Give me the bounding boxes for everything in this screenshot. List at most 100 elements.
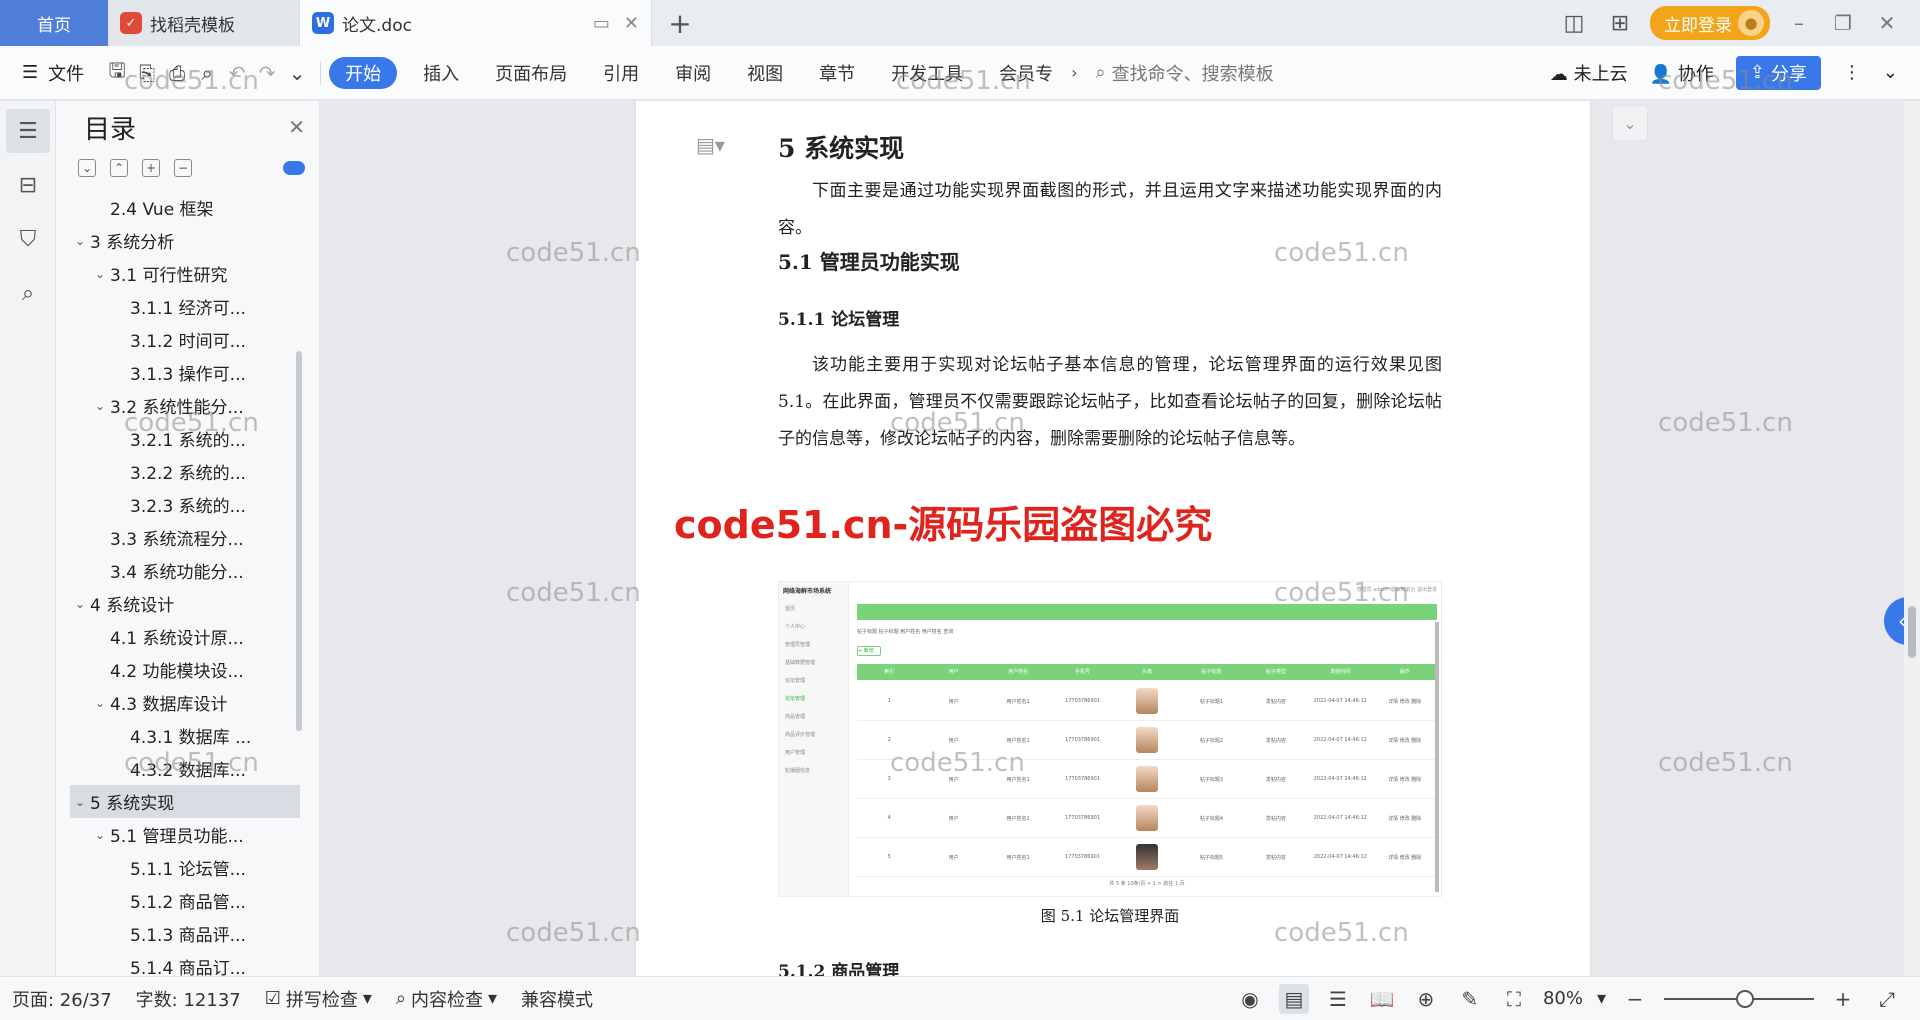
tab-developer[interactable]: 开发工具 [873,57,981,89]
toc-caret-icon[interactable]: ⌄ [90,828,110,842]
toc-item[interactable]: 5.1.4 商品订... [70,950,300,976]
login-button[interactable]: 立即登录 ● [1650,6,1770,40]
toc-item[interactable]: ⌄ 3 系统分析 [70,224,300,257]
tab-home[interactable]: 首页 [0,0,108,46]
tab-chapter[interactable]: 章节 [801,57,873,89]
fullscreen-icon[interactable]: ⤢ [1872,984,1902,1014]
toc-item[interactable]: 3.2.1 系统的... [70,422,300,455]
figure-caption[interactable]: 图 5.1 论坛管理界面 [778,905,1442,926]
save-icon[interactable]: 🖫 [102,58,132,88]
minimize-icon[interactable]: – [1784,11,1814,35]
toc-item[interactable]: 5.1.3 商品评... [70,917,300,950]
float-window-icon[interactable]: ▭ [593,13,610,34]
zoom-level[interactable]: 80% [1543,988,1583,1009]
toc-item[interactable]: ⌄ 5.1 管理员功能... [70,818,300,851]
toc-item[interactable]: 3.1.2 时间可... [70,323,300,356]
web-view-icon[interactable]: ⊕ [1411,984,1441,1014]
pen-icon[interactable]: ✎ [1455,984,1485,1014]
page-count[interactable]: 页面: 26/37 [0,986,124,1012]
toc-item[interactable]: 3.1.3 操作可... [70,356,300,389]
cloud-status-button[interactable]: ☁ 未上云 [1550,60,1628,86]
new-tab-button[interactable]: + [652,0,708,46]
intro-paragraph[interactable]: 下面主要是通过功能实现界面截图的形式，并且运用文字来描述功能实现界面的内容。 [778,173,1442,247]
toc-item[interactable]: ⌄ 3.1 可行性研究 [70,257,300,290]
add-heading-icon[interactable]: + [142,159,160,177]
chevron-down-icon[interactable]: ▾ [1597,988,1606,1009]
bookmark-icon[interactable]: ⛉ [6,217,50,261]
body-paragraph[interactable]: 该功能主要用于实现对论坛帖子基本信息的管理，论坛管理界面的运行效果见图 5.1。… [778,347,1442,458]
remove-heading-icon[interactable]: − [174,159,192,177]
reading-view-icon[interactable]: 📖 [1367,984,1397,1014]
tab-start[interactable]: 开始 [329,56,398,89]
page-view-icon[interactable]: ▤ [1278,983,1309,1014]
collapse-all-icon[interactable]: ⌃ [110,159,128,177]
tab-templates[interactable]: ✓ 找稻壳模板 [108,0,300,46]
find-icon[interactable]: ⌕ [6,271,50,315]
outline-toggle-icon[interactable]: ⌄ [1612,105,1648,141]
toc-item[interactable]: ⌄ 3.2 系统性能分... [70,389,300,422]
toc-panel-icon[interactable]: ☰ [6,109,50,153]
compat-mode[interactable]: 兼容模式 [509,986,605,1012]
vertical-scrollbar[interactable] [1904,101,1920,976]
command-search[interactable]: ⌕ 查找命令、搜索模板 [1096,60,1274,86]
toc-item[interactable]: ⌄ 4 系统设计 [70,587,300,620]
scrollbar-thumb[interactable] [1908,606,1916,658]
toc-item[interactable]: 3.2.3 系统的... [70,488,300,521]
toc-caret-icon[interactable]: ⌄ [70,597,90,611]
close-tab-icon[interactable]: ✕ [624,13,639,34]
zoom-slider-handle[interactable] [1736,989,1754,1008]
toc-item[interactable]: 5.1.1 论坛管... [70,851,300,884]
undo-icon[interactable]: ↶ [222,58,252,88]
toc-item[interactable]: 3.4 系统功能分... [70,554,300,587]
next-heading-3[interactable]: 5.1.2 商品管理 [778,957,899,976]
toc-scrollbar[interactable] [296,351,302,731]
word-count[interactable]: 字数: 12137 [124,986,253,1012]
zoom-in-icon[interactable]: + [1828,984,1858,1014]
redo-icon[interactable]: ↷ [252,58,282,88]
toc-item[interactable]: 4.2 功能模块设... [70,653,300,686]
paragraph-menu-icon[interactable]: ▤▾ [696,133,725,157]
reading-layout-icon[interactable]: ◫ [1558,7,1590,39]
tab-insert[interactable]: 插入 [405,57,477,89]
toc-item[interactable]: ⌄ 4.3 数据库设计 [70,686,300,719]
heading-3[interactable]: 5.1.1 论坛管理 [778,305,899,330]
toc-item[interactable]: 4.3.2 数据库... [70,752,300,785]
print-preview-icon[interactable]: ⌕ [192,58,222,88]
tab-document[interactable]: W 论文.doc ▭ ✕ [300,0,652,46]
spell-check-button[interactable]: ☑ 拼写检查 ▾ [253,986,384,1012]
toc-item[interactable]: 3.2.2 系统的... [70,455,300,488]
eye-protection-icon[interactable]: ◉ [1235,984,1265,1014]
tab-page-layout[interactable]: 页面布局 [477,57,585,89]
toc-item[interactable]: ⌄ 5 系统实现 [70,785,300,818]
close-icon[interactable]: ✕ [288,115,305,139]
restore-icon[interactable]: ❐ [1828,11,1858,35]
toc-caret-icon[interactable]: ⌄ [70,234,90,248]
toc-item[interactable]: 3.3 系统流程分... [70,521,300,554]
collapse-ribbon-icon[interactable]: ⌄ [1883,62,1898,83]
toc-item[interactable]: 4.3.1 数据库 ... [70,719,300,752]
collaborate-button[interactable]: 👤 协作 [1650,60,1714,86]
zoom-slider[interactable] [1664,989,1814,1008]
more-tabs-icon[interactable]: › [1071,63,1077,82]
toc-item[interactable]: 2.4 Vue 框架 [70,191,300,224]
toc-item[interactable]: 5.1.2 商品管... [70,884,300,917]
expand-all-icon[interactable]: ⌄ [78,159,96,177]
heading-2[interactable]: 5.1 管理员功能实现 [778,246,960,275]
more-options-icon[interactable]: ⋮ [1843,62,1861,83]
tab-member[interactable]: 会员专 [981,57,1071,89]
outline-view-icon[interactable]: ☰ [1323,984,1353,1014]
export-icon[interactable]: ⎘ [132,58,162,88]
toc-caret-icon[interactable]: ⌄ [90,696,110,710]
toc-caret-icon[interactable]: ⌄ [90,267,110,281]
content-check-button[interactable]: ⌕ 内容检查 ▾ [384,986,509,1012]
navigation-icon[interactable]: ⊟ [6,163,50,207]
quick-access-dropdown-icon[interactable]: ⌄ [282,58,312,88]
print-icon[interactable]: ⎙ [162,58,192,88]
toc-caret-icon[interactable]: ⌄ [70,795,90,809]
close-window-icon[interactable]: ✕ [1872,11,1902,35]
tab-view[interactable]: 视图 [729,57,801,89]
toc-item[interactable]: 3.1.1 经济可... [70,290,300,323]
toc-caret-icon[interactable]: ⌄ [90,399,110,413]
heading-1[interactable]: 5 系统实现 [778,129,904,165]
sync-toggle[interactable] [283,161,305,175]
